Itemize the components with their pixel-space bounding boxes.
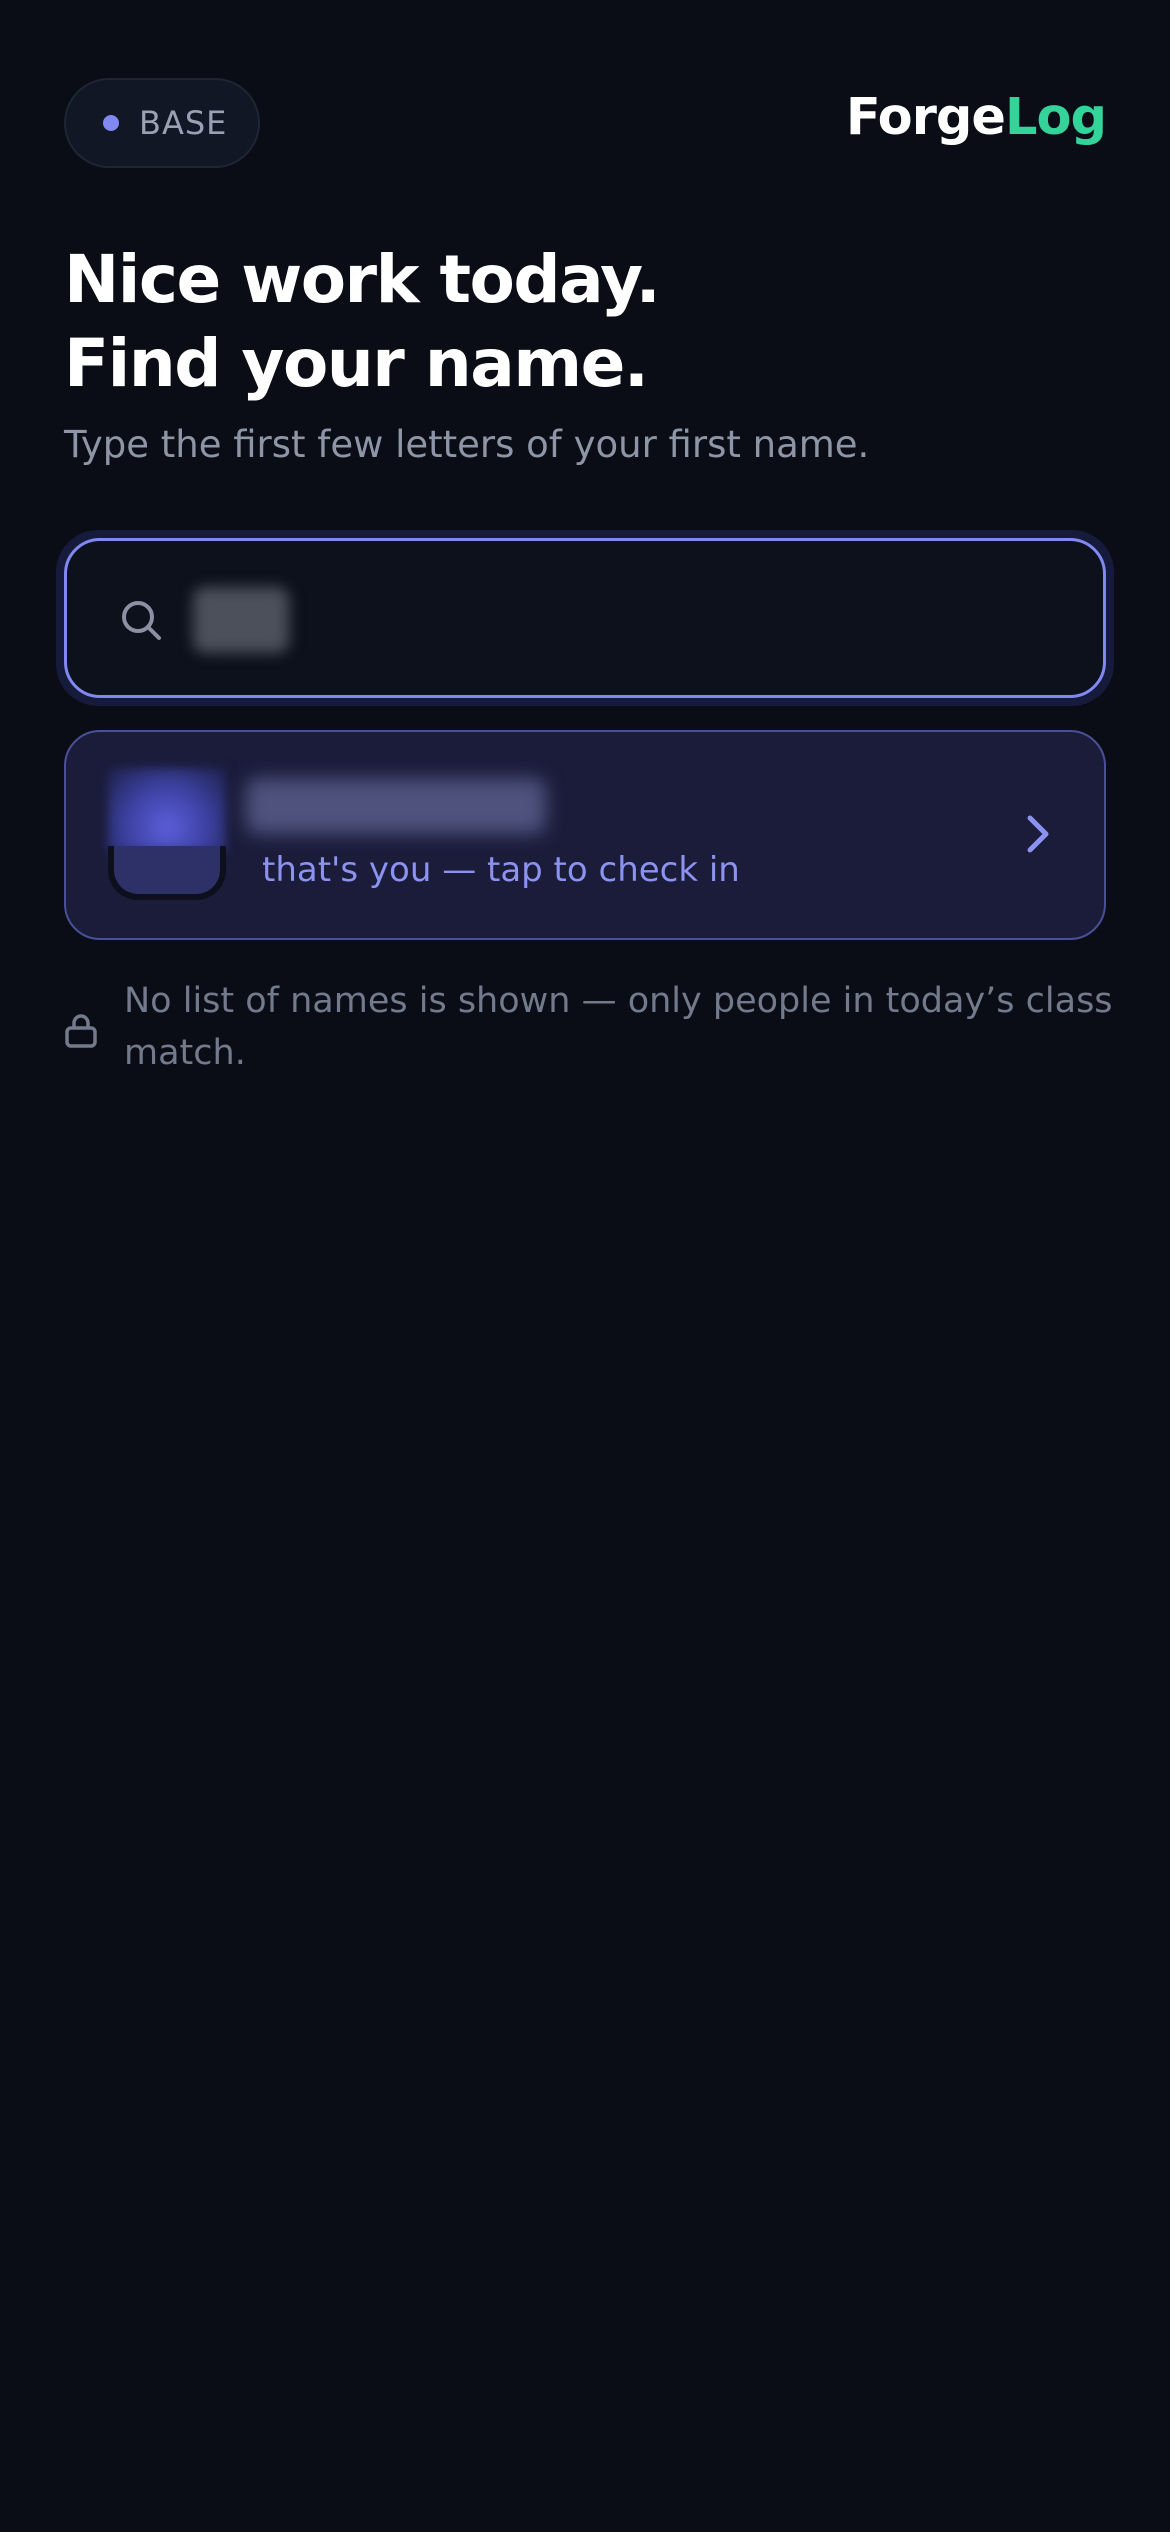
title-line-1: Nice work today. bbox=[64, 241, 661, 318]
logo-text-log: Log bbox=[1004, 88, 1107, 147]
search-icon bbox=[122, 601, 161, 640]
plan-badge: BASE bbox=[64, 78, 260, 168]
avatar-image bbox=[108, 768, 226, 852]
name-match-result[interactable]: that's you — tap to check in bbox=[64, 730, 1106, 940]
search-input-value bbox=[193, 587, 289, 653]
page-subtitle: Type the first few letters of your first… bbox=[64, 423, 870, 466]
avatar bbox=[108, 768, 226, 900]
avatar-base bbox=[108, 846, 226, 900]
app-logo: ForgeLog bbox=[846, 92, 1107, 143]
lock-icon bbox=[65, 1014, 97, 1048]
search-input[interactable] bbox=[64, 538, 1106, 698]
chevron-right-icon bbox=[1027, 815, 1049, 853]
status-dot bbox=[103, 115, 119, 131]
logo-text-forge: Forge bbox=[845, 88, 1006, 147]
title-line-2: Find your name. bbox=[64, 325, 649, 402]
result-hint: that's you — tap to check in bbox=[262, 850, 740, 890]
search-focus-ring bbox=[56, 530, 1114, 706]
badge-label: BASE bbox=[139, 104, 228, 142]
header: BASE ForgeLog bbox=[64, 78, 1107, 170]
page-title: Nice work today. Find your name. bbox=[64, 238, 1104, 406]
result-name bbox=[246, 778, 546, 834]
privacy-text: No list of names is shown — only people … bbox=[124, 981, 1113, 1073]
